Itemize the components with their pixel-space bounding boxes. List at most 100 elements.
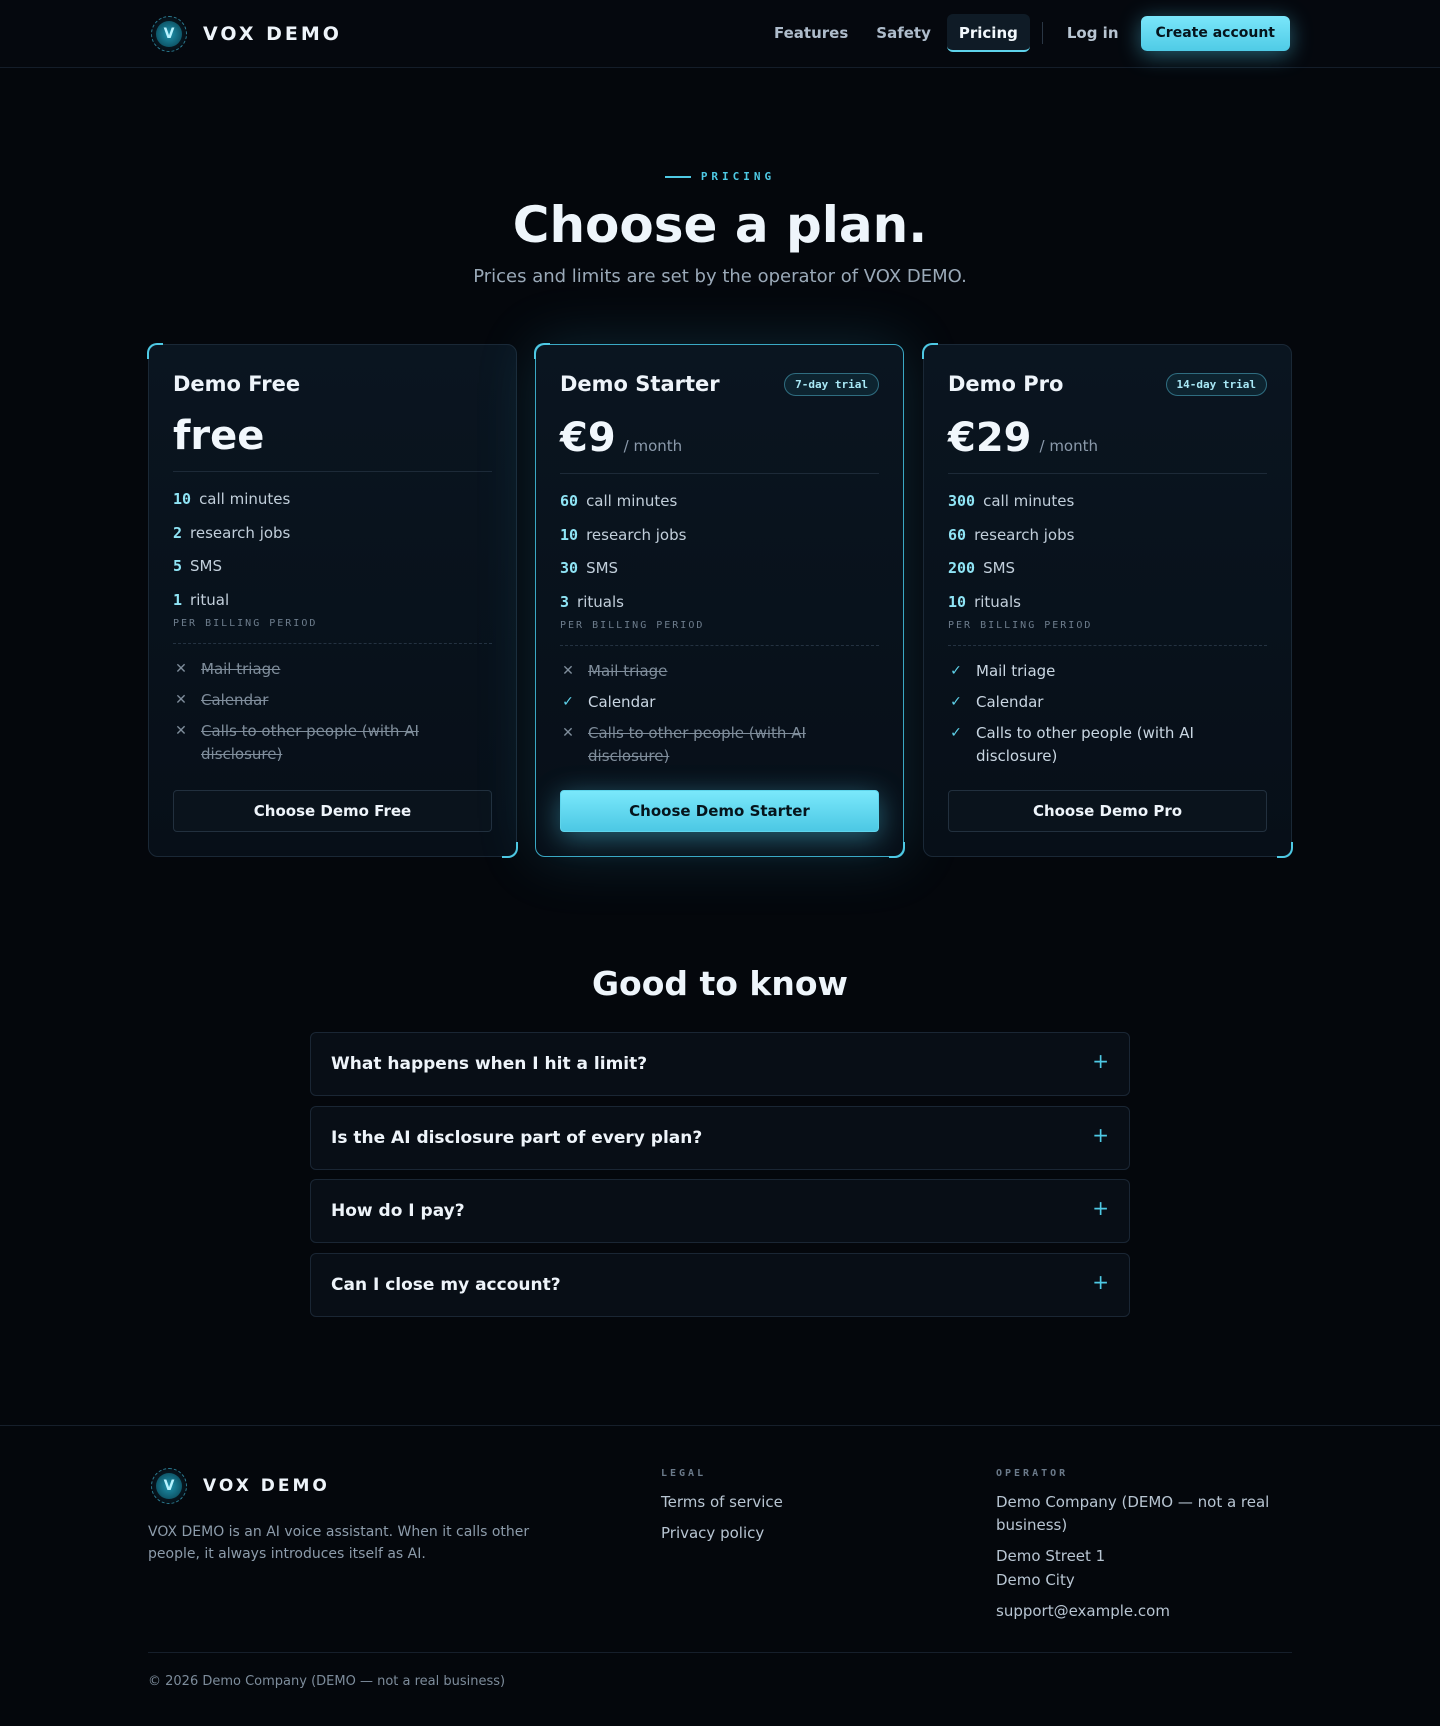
nav-divider — [1041, 22, 1043, 44]
corner-accent — [922, 343, 938, 359]
feature-item: ✓ Calendar — [560, 691, 879, 714]
divider — [173, 471, 492, 472]
faq-title: Good to know — [591, 964, 849, 1003]
plus-icon[interactable]: + — [1092, 1123, 1109, 1147]
faq-item[interactable]: What happens when I hit a limit? + — [310, 1032, 1130, 1096]
footer-legal-title: LEGAL — [661, 1468, 707, 1479]
support-email-link[interactable]: support@example.com — [996, 1600, 1170, 1623]
operator-company: Demo Company (DEMO — not a real business… — [996, 1493, 1270, 1534]
faq-question: Is the AI disclosure part of every plan? — [331, 1128, 703, 1148]
feature-item: ✓ Calls to other people (with AI disclosu… — [948, 722, 1267, 768]
check-icon: ✓ — [562, 694, 574, 710]
footer-description: VOX DEMO is an AI voice assistant. When … — [148, 1524, 530, 1562]
page-subtitle: Prices and limits are set by the operato… — [473, 266, 967, 287]
create-account-button[interactable]: Create account — [1140, 15, 1290, 51]
feature-item: ✕ Calls to other people (with AI disclosu… — [173, 720, 492, 766]
brand-logo-link[interactable]: V VOX DEMO — [151, 16, 342, 52]
corner-accent — [534, 343, 550, 359]
feature-item: ✕ Mail triage — [173, 658, 492, 681]
site-header: V VOX DEMO Features Safety Pricing Log i… — [0, 0, 1440, 68]
faq-question: What happens when I hit a limit? — [331, 1054, 648, 1074]
nav-safety[interactable]: Safety — [864, 14, 943, 52]
corner-accent — [1277, 842, 1293, 858]
trial-badge: 7-day trial — [784, 372, 879, 396]
billing-period-note: PER BILLING PERIOD — [173, 618, 318, 629]
faq-item[interactable]: Can I close my account? + — [310, 1253, 1130, 1317]
plan-price: €9 — [560, 415, 616, 461]
plan-name: Demo Pro — [948, 372, 1064, 396]
billing-period-note: PER BILLING PERIOD — [560, 620, 705, 631]
footer-brand[interactable]: V VOX DEMO — [151, 1468, 330, 1504]
login-link[interactable]: Log in — [1055, 24, 1131, 42]
plan-price: €29 — [948, 415, 1032, 461]
feature-item: ✕ Calls to other people (with AI disclosu… — [560, 722, 879, 768]
operator-city: Demo City — [996, 1571, 1075, 1589]
cross-icon: ✕ — [562, 663, 574, 679]
copyright: © 2026 Demo Company (DEMO — not a real b… — [148, 1674, 506, 1689]
operator-street: Demo Street 1 — [996, 1547, 1106, 1565]
plus-icon[interactable]: + — [1092, 1049, 1109, 1073]
billing-period-note: PER BILLING PERIOD — [948, 620, 1093, 631]
limit-item: 30 SMS — [560, 559, 619, 577]
eyebrow-line — [664, 175, 691, 178]
eyebrow-text: PRICING — [700, 170, 776, 183]
choose-plan-free-button[interactable]: Choose Demo Free — [173, 790, 492, 832]
cross-icon: ✕ — [175, 692, 187, 708]
vox-logo-icon: V — [151, 1468, 187, 1504]
choose-plan-starter-button[interactable]: Choose Demo Starter — [560, 790, 879, 832]
cross-icon: ✕ — [175, 661, 187, 677]
footer-brand-name: VOX DEMO — [203, 1476, 330, 1496]
divider — [560, 645, 879, 646]
plan-period: / month — [1039, 437, 1099, 455]
footer-divider — [0, 1425, 1440, 1426]
limit-item: 60 research jobs — [948, 525, 1075, 544]
limit-item: 200 SMS — [948, 559, 1016, 577]
feature-item: ✓ Calendar — [948, 691, 1267, 714]
trial-badge: 14-day trial — [1165, 372, 1267, 396]
vox-logo-icon: V — [151, 16, 187, 52]
faq-question: How do I pay? — [331, 1201, 465, 1221]
feature-item: ✕ Mail triage — [560, 660, 879, 683]
nav-pricing[interactable]: Pricing — [946, 14, 1030, 52]
nav-features[interactable]: Features — [762, 14, 860, 52]
cross-icon: ✕ — [175, 723, 187, 739]
limit-item: 300 call minutes — [948, 492, 1075, 510]
divider — [948, 645, 1267, 646]
page-title: Choose a plan. — [512, 196, 928, 254]
corner-accent — [889, 842, 905, 858]
footer-operator-title: OPERATOR — [996, 1468, 1069, 1479]
limit-item: 10 call minutes — [173, 490, 291, 508]
cross-icon: ✕ — [562, 725, 574, 741]
plus-icon[interactable]: + — [1092, 1270, 1109, 1294]
limit-item: 5 SMS — [173, 557, 223, 575]
plan-card-free: Demo Free free 10 call minutes 2 research … — [147, 343, 518, 858]
divider — [948, 473, 1267, 474]
pricing-eyebrow: PRICING — [0, 170, 1440, 183]
divider — [173, 643, 492, 644]
brand-name: VOX DEMO — [203, 23, 342, 45]
plan-name: Demo Starter — [560, 372, 720, 396]
main-nav: Features Safety Pricing Log in Create ac… — [760, 14, 1290, 52]
plan-price: free — [173, 413, 265, 459]
choose-plan-pro-button[interactable]: Choose Demo Pro — [948, 790, 1267, 832]
plus-icon[interactable]: + — [1092, 1196, 1109, 1220]
limit-item: 10 research jobs — [560, 525, 687, 544]
plan-name: Demo Free — [173, 372, 301, 396]
feature-item: ✓ Mail triage — [948, 660, 1267, 683]
check-icon: ✓ — [950, 725, 962, 741]
limit-item: 2 research jobs — [173, 523, 291, 542]
faq-item[interactable]: Is the AI disclosure part of every plan?… — [310, 1106, 1130, 1170]
faq-question: Can I close my account? — [331, 1275, 561, 1295]
footer-bottom-divider — [148, 1652, 1292, 1653]
limit-item: 60 call minutes — [560, 492, 678, 510]
corner-accent — [147, 343, 163, 359]
faq-item[interactable]: How do I pay? + — [310, 1179, 1130, 1243]
privacy-link[interactable]: Privacy policy — [661, 1522, 764, 1545]
divider — [560, 473, 879, 474]
check-icon: ✓ — [950, 694, 962, 710]
plan-card-pro: Demo Pro 14-day trial €29 / month 300 cal… — [922, 343, 1293, 858]
plan-period: / month — [623, 437, 683, 455]
feature-item: ✕ Calendar — [173, 689, 492, 712]
terms-link[interactable]: Terms of service — [661, 1491, 783, 1514]
check-icon: ✓ — [950, 663, 962, 679]
